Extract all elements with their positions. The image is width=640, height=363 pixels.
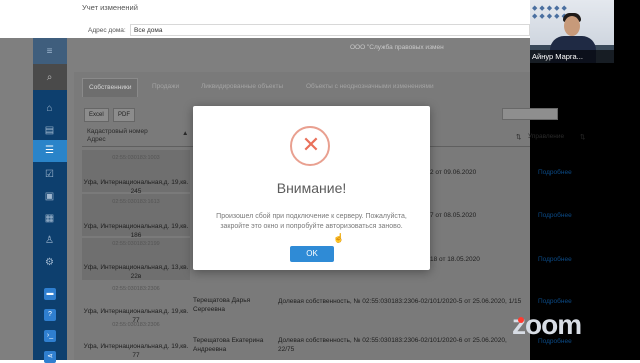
address-label: Адрес дома: bbox=[88, 27, 126, 34]
dialog-title: Внимание! bbox=[276, 180, 347, 196]
sort-icon-3[interactable]: ⇅ bbox=[580, 133, 585, 141]
column-header-manage[interactable]: Управление bbox=[528, 133, 564, 140]
participant-head bbox=[564, 16, 580, 36]
participant-name: Айнур Марга... bbox=[530, 50, 614, 63]
dialog-message: Произошел сбой при подключение к серверу… bbox=[216, 213, 407, 230]
address-select[interactable]: Все дома bbox=[130, 24, 530, 36]
close-x-icon: ✕ bbox=[301, 132, 321, 157]
ok-button[interactable]: OK bbox=[290, 246, 334, 262]
details-link[interactable]: Подробнее bbox=[538, 212, 572, 219]
details-link[interactable]: Подробнее bbox=[538, 169, 572, 176]
participant-video: ◆◆◆◆◆ ◆◆◆◆◆ Айнур Марга... bbox=[530, 0, 614, 63]
recording-indicator-icon bbox=[518, 317, 524, 323]
details-link[interactable]: Подробнее bbox=[538, 256, 572, 263]
mouse-cursor-icon: ☝ bbox=[333, 233, 345, 243]
top-bar: Учет изменений Адрес дома: Все дома bbox=[0, 0, 530, 38]
zoom-logo: zoom bbox=[512, 309, 582, 340]
details-link[interactable]: Подробнее bbox=[538, 298, 572, 305]
page-title: Учет изменений bbox=[82, 3, 138, 12]
